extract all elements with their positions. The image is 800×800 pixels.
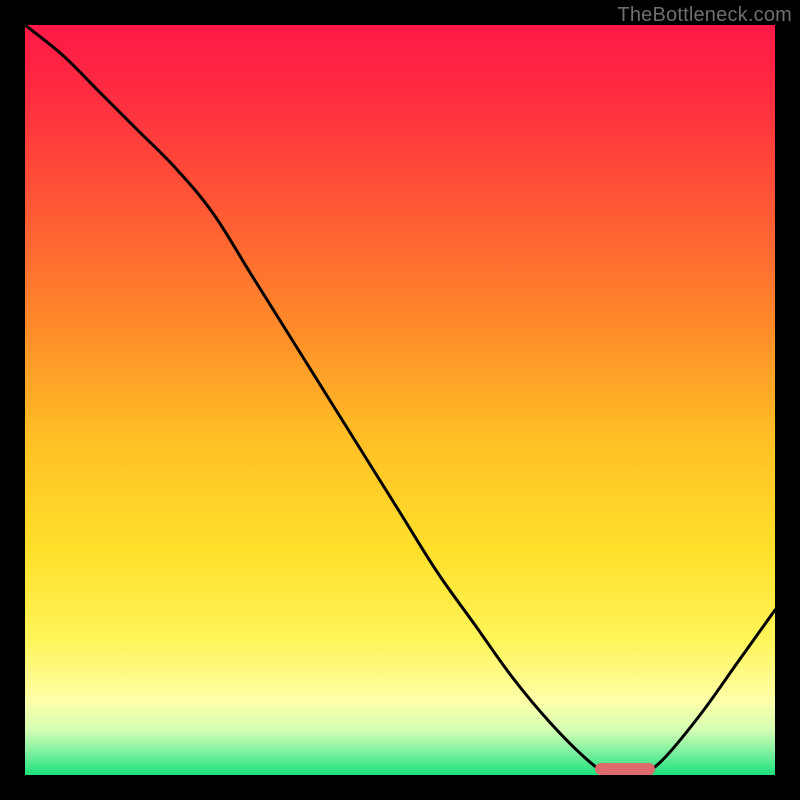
- minimum-marker: [595, 763, 655, 775]
- bottleneck-curve: [25, 25, 775, 775]
- chart-plot-area: [25, 25, 775, 775]
- watermark-text: TheBottleneck.com: [617, 4, 792, 27]
